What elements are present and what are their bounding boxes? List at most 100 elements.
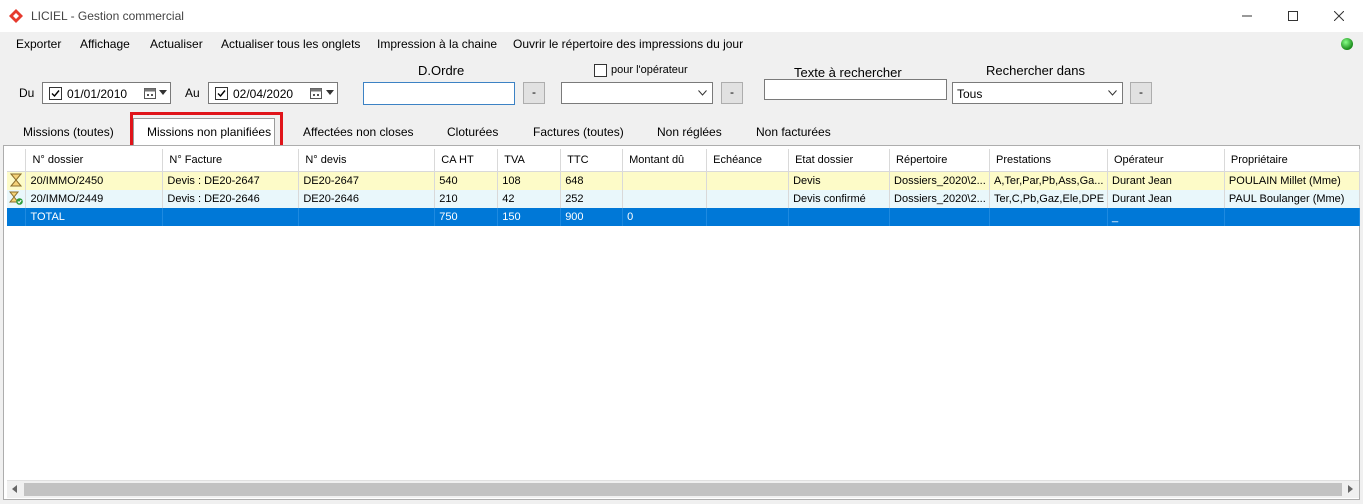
cell: A,Ter,Par,Pb,Ass,Ga... bbox=[989, 171, 1108, 190]
du-date-picker[interactable]: 01/01/2010 bbox=[42, 82, 171, 104]
liciel-logo-icon bbox=[9, 9, 23, 23]
tab-non-reglees[interactable]: Non réglées bbox=[657, 125, 722, 139]
menu-ouvrir-repertoire[interactable]: Ouvrir le répertoire des impressions du … bbox=[513, 37, 743, 51]
cell: Durant Jean bbox=[1107, 190, 1225, 208]
au-dropdown-icon bbox=[326, 90, 334, 95]
operateur-checkbox[interactable] bbox=[594, 64, 607, 77]
horizontal-scrollbar[interactable] bbox=[7, 480, 1359, 498]
scrollbar-thumb[interactable] bbox=[24, 483, 1342, 496]
du-checkbox[interactable] bbox=[49, 87, 62, 100]
table-total-row[interactable]: TOTAL 750 150 900 0 _ bbox=[7, 208, 1361, 226]
header-proprietaire[interactable]: Propriétaire bbox=[1224, 149, 1361, 172]
header-echeance[interactable]: Echéance bbox=[706, 149, 790, 172]
checkmark-icon bbox=[217, 90, 226, 98]
header-no-dossier[interactable]: N° dossier bbox=[25, 149, 164, 172]
operateur-label: pour l'opérateur bbox=[611, 64, 688, 76]
cell bbox=[622, 190, 708, 208]
title-bar: LICIEL - Gestion commercial bbox=[0, 0, 1363, 32]
cell bbox=[1224, 208, 1361, 226]
menu-impression-chaine[interactable]: Impression à la chaine bbox=[377, 37, 497, 51]
cell bbox=[706, 208, 790, 226]
du-date-value: 01/01/2010 bbox=[67, 87, 128, 101]
header-etat-dossier[interactable]: Etat dossier bbox=[788, 149, 891, 172]
table-row[interactable]: 20/IMMO/2449 Devis : DE20-2646 DE20-2646… bbox=[7, 190, 1361, 208]
cell: Dossiers_2020\2... bbox=[889, 171, 991, 190]
cell: 150 bbox=[497, 208, 562, 226]
du-label: Du bbox=[19, 86, 35, 100]
rechercher-select[interactable]: Tous bbox=[952, 82, 1123, 104]
cell: _ bbox=[1107, 208, 1225, 226]
close-button[interactable] bbox=[1316, 0, 1362, 32]
rechercher-select-value: Tous bbox=[957, 87, 983, 101]
header-no-devis[interactable]: N° devis bbox=[298, 149, 436, 172]
au-date-picker[interactable]: 02/04/2020 bbox=[208, 82, 338, 104]
cell: 210 bbox=[434, 190, 499, 208]
menu-affichage[interactable]: Affichage bbox=[80, 37, 130, 51]
cell: Devis : DE20-2647 bbox=[162, 171, 300, 190]
header-operateur[interactable]: Opérateur bbox=[1107, 149, 1225, 172]
row-status-cell bbox=[7, 171, 27, 190]
maximize-button[interactable] bbox=[1270, 0, 1316, 32]
row-status-cell bbox=[7, 208, 27, 226]
cell bbox=[706, 171, 790, 190]
chevron-down-icon bbox=[698, 90, 707, 96]
calendar-icon bbox=[144, 88, 156, 99]
cell: 252 bbox=[560, 190, 624, 208]
cell: 42 bbox=[497, 190, 562, 208]
header-repertoire[interactable]: Répertoire bbox=[889, 149, 991, 172]
cell: 0 bbox=[622, 208, 708, 226]
header-montant-du[interactable]: Montant dû bbox=[622, 149, 708, 172]
header-ca-ht[interactable]: CA HT bbox=[434, 149, 499, 172]
rechercher-clear-button[interactable]: - bbox=[1130, 82, 1152, 104]
header-tva[interactable]: TVA bbox=[497, 149, 562, 172]
calendar-icon bbox=[310, 88, 322, 99]
cell bbox=[788, 208, 891, 226]
scroll-right-icon[interactable] bbox=[1348, 485, 1353, 493]
header-ttc[interactable]: TTC bbox=[560, 149, 624, 172]
menu-actualiser[interactable]: Actualiser bbox=[150, 37, 203, 51]
row-status-cell bbox=[7, 190, 27, 208]
minimize-button[interactable] bbox=[1224, 0, 1270, 32]
hourglass-check-icon bbox=[9, 191, 24, 205]
au-checkbox[interactable] bbox=[215, 87, 228, 100]
header-no-facture[interactable]: N° Facture bbox=[162, 149, 300, 172]
window-title: LICIEL - Gestion commercial bbox=[31, 9, 184, 23]
menu-exporter[interactable]: Exporter bbox=[16, 37, 61, 51]
tab-non-facturees[interactable]: Non facturées bbox=[756, 125, 831, 139]
chevron-down-icon bbox=[1108, 90, 1117, 96]
missions-grid[interactable]: N° dossier N° Facture N° devis CA HT TVA… bbox=[7, 149, 1361, 226]
au-date-value: 02/04/2020 bbox=[233, 87, 294, 101]
cell: 540 bbox=[434, 171, 499, 190]
cell: Devis bbox=[788, 171, 891, 190]
tab-cloturees[interactable]: Cloturées bbox=[447, 125, 498, 139]
tab-affectees-non-closes[interactable]: Affectées non closes bbox=[303, 125, 414, 139]
header-icon-col bbox=[7, 149, 27, 172]
maximize-icon bbox=[1288, 11, 1298, 21]
tab-missions-toutes[interactable]: Missions (toutes) bbox=[23, 125, 114, 139]
texte-label: Texte à rechercher bbox=[794, 65, 902, 80]
cell: 750 bbox=[434, 208, 499, 226]
operateur-clear-button[interactable]: - bbox=[721, 82, 743, 104]
cell: POULAIN Millet (Mme) bbox=[1224, 171, 1361, 190]
cell: 20/IMMO/2450 bbox=[25, 171, 164, 190]
cell bbox=[889, 208, 991, 226]
cell: 20/IMMO/2449 bbox=[25, 190, 164, 208]
scroll-left-icon[interactable] bbox=[12, 485, 17, 493]
missions-table: N° dossier N° Facture N° devis CA HT TVA… bbox=[7, 149, 1361, 226]
menu-bar: Exporter Affichage Actualiser Actualiser… bbox=[0, 32, 1363, 56]
header-prestations[interactable]: Prestations bbox=[989, 149, 1108, 172]
menu-actualiser-tous[interactable]: Actualiser tous les onglets bbox=[221, 37, 360, 51]
texte-input[interactable] bbox=[764, 79, 947, 100]
close-icon bbox=[1334, 11, 1344, 21]
cell: PAUL Boulanger (Mme) bbox=[1224, 190, 1361, 208]
ordre-input[interactable] bbox=[363, 82, 515, 105]
operateur-select[interactable] bbox=[561, 82, 713, 104]
cell: Devis : DE20-2646 bbox=[162, 190, 300, 208]
du-dropdown-icon bbox=[159, 90, 167, 95]
cell: DE20-2647 bbox=[298, 171, 436, 190]
cell bbox=[622, 171, 708, 190]
table-row[interactable]: 20/IMMO/2450 Devis : DE20-2647 DE20-2647… bbox=[7, 171, 1361, 190]
ordre-clear-button[interactable]: - bbox=[523, 82, 545, 104]
tab-factures-toutes[interactable]: Factures (toutes) bbox=[533, 125, 624, 139]
rechercher-label: Rechercher dans bbox=[986, 63, 1085, 78]
